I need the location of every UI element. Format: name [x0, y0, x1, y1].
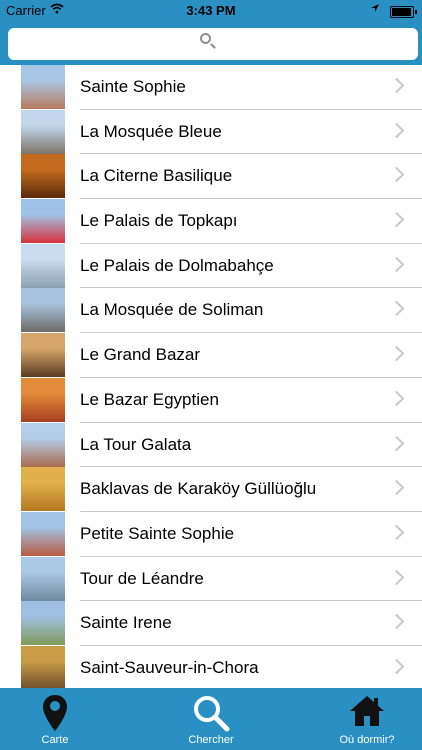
- list-item[interactable]: La Tour Galata: [0, 422, 422, 468]
- chevron-right-icon: [388, 301, 405, 317]
- tab-chercher[interactable]: Chercher: [141, 688, 281, 750]
- tab-carte-label: Carte: [41, 734, 69, 746]
- list-item-label: Tour de Léandre: [80, 568, 204, 588]
- map-pin-icon: [43, 695, 67, 731]
- list-item[interactable]: La Citerne Basilique: [0, 154, 422, 200]
- list-item[interactable]: Le Bazar Egyptien: [0, 377, 422, 423]
- search-bar: [0, 22, 422, 65]
- list-item[interactable]: Petite Sainte Sophie: [0, 511, 422, 557]
- list-item-label: Le Palais de Topkapı: [80, 211, 238, 231]
- thumbnail-image: [21, 243, 65, 288]
- tab-ou-dormir[interactable]: Où dormir?: [297, 688, 422, 750]
- list-item[interactable]: Baklavas de Karaköy Güllüoğlu: [0, 467, 422, 512]
- list-item[interactable]: Sainte Irene: [0, 601, 422, 646]
- tab-carte[interactable]: Carte: [0, 688, 125, 750]
- chevron-right-icon: [388, 256, 405, 273]
- thumbnail-image: [21, 601, 65, 646]
- list-item-label: La Tour Galata: [80, 434, 192, 454]
- status-time: 3:43 PM: [186, 3, 236, 18]
- list-item[interactable]: Le Palais de Dolmabahçe: [0, 243, 422, 289]
- chevron-right-icon: [388, 524, 405, 541]
- chevron-right-icon: [388, 167, 405, 183]
- list-item-label: La Mosquée Bleue: [80, 121, 222, 141]
- chevron-right-icon: [388, 211, 405, 228]
- chevron-right-icon: [388, 569, 405, 585]
- chevron-right-icon: [388, 390, 405, 407]
- chevron-right-icon: [388, 345, 405, 362]
- sights-list[interactable]: Sainte Sophie La Mosquée Bleue La Citerne …: [0, 65, 422, 688]
- thumbnail-image: [21, 109, 65, 154]
- list-item[interactable]: Le Palais de Topkapı: [0, 199, 422, 244]
- chevron-right-icon: [388, 613, 405, 630]
- list-item-label: Saint-Sauveur-in-Chora: [80, 657, 259, 677]
- chevron-right-icon: [388, 77, 405, 94]
- thumbnail-image: [21, 511, 65, 556]
- list-item-label: Le Bazar Egyptien: [80, 389, 219, 409]
- thumbnail-image: [21, 422, 65, 467]
- location-arrow-icon: [370, 3, 380, 16]
- thumbnail-image: [21, 199, 65, 244]
- list-item[interactable]: La Mosquée Bleue: [0, 109, 422, 155]
- battery-icon: [390, 6, 417, 18]
- list-item-label: Sainte Sophie: [80, 77, 186, 96]
- thumbnail-image: [21, 556, 65, 601]
- thumbnail-image: [21, 467, 65, 512]
- list-item-label: Petite Sainte Sophie: [80, 523, 235, 543]
- list-item[interactable]: Le Grand Bazar: [0, 333, 422, 378]
- chevron-right-icon: [388, 658, 405, 675]
- tab-ou-dormir-label: Où dormir?: [339, 734, 395, 746]
- list-item[interactable]: Sainte Sophie: [0, 65, 422, 110]
- list-item-label: La Mosquée de Soliman: [80, 300, 264, 320]
- list-item-label: Baklavas de Karaköy Güllüoğlu: [80, 479, 317, 499]
- search-icon: [200, 33, 211, 44]
- thumbnail-image: [21, 645, 65, 688]
- list-item-label: Sainte Irene: [80, 613, 172, 633]
- thumbnail-image: [21, 288, 65, 333]
- list-item-label: La Citerne Basilique: [80, 166, 233, 186]
- list-item-label: Le Palais de Dolmabahçe: [80, 255, 274, 275]
- list-item[interactable]: Tour de Léandre: [0, 556, 422, 602]
- list-item[interactable]: Saint-Sauveur-in-Chora: [0, 645, 422, 688]
- list-item-label: Le Grand Bazar: [80, 345, 201, 365]
- tab-bar: Carte Chercher Où dormir?: [0, 688, 422, 750]
- thumbnail-image: [21, 65, 65, 109]
- thumbnail-image: [21, 154, 65, 199]
- battery-level: [392, 8, 411, 16]
- chevron-right-icon: [388, 479, 405, 496]
- status-bar: Carrier 3:43 PM: [0, 0, 422, 22]
- tab-chercher-label: Chercher: [188, 734, 234, 746]
- magnifier-icon: [194, 696, 230, 732]
- thumbnail-image: [21, 333, 65, 378]
- list-item[interactable]: La Mosquée de Soliman: [0, 288, 422, 334]
- chevron-right-icon: [388, 435, 405, 451]
- chevron-right-icon: [388, 122, 405, 138]
- home-icon: [350, 696, 384, 726]
- thumbnail-image: [21, 377, 65, 422]
